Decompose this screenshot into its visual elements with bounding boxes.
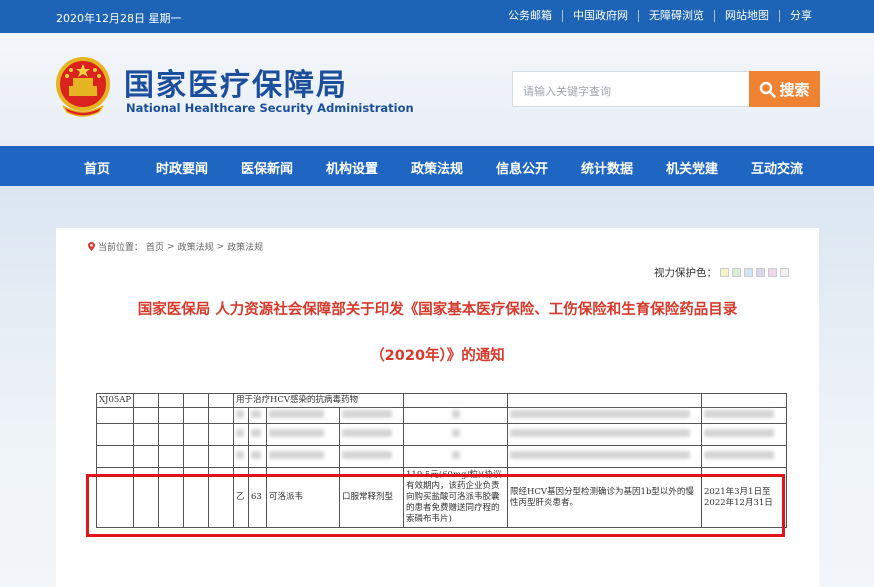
national-emblem-icon — [56, 57, 110, 117]
color-swatch-purple[interactable] — [756, 268, 765, 277]
top-bar: 2020年12月28日 星期一 公务邮箱 中国政府网 无障碍浏览 网站地图 分享 — [0, 0, 874, 33]
nav-policies[interactable]: 政策法规 — [411, 158, 463, 177]
nav-party-building[interactable]: 机关党建 — [666, 158, 718, 177]
nav-organization[interactable]: 机构设置 — [326, 158, 378, 177]
nav-interaction[interactable]: 互动交流 — [751, 158, 803, 177]
color-swatch-pink[interactable] — [768, 268, 777, 277]
site-title-en[interactable]: National Healthcare Security Administrat… — [126, 101, 414, 115]
nav-statistics[interactable]: 统计数据 — [581, 158, 633, 177]
breadcrumb: 当前位置： 首页 > 政策法规 > 政策法规 — [88, 240, 263, 253]
breadcrumb-current[interactable]: 政策法规 — [227, 240, 263, 253]
highlight-box — [86, 474, 785, 537]
color-swatch-gray[interactable] — [780, 268, 789, 277]
link-gov-cn[interactable]: 中国政府网 — [562, 10, 638, 22]
table-row — [96, 407, 787, 424]
top-links: 公务邮箱 中国政府网 无障碍浏览 网站地图 分享 — [498, 10, 822, 22]
table-cell-category: 用于治疗HCV感染的抗病毒药物 — [233, 393, 404, 408]
table-header-row: XJ05AP 用于治疗HCV感染的抗病毒药物 — [96, 393, 787, 408]
color-swatch-green[interactable] — [732, 268, 741, 277]
link-sitemap[interactable]: 网站地图 — [714, 10, 779, 22]
link-share[interactable]: 分享 — [779, 10, 822, 22]
article-title-line2: （2020年）》的通知 — [370, 348, 505, 364]
color-swatch-yellow[interactable] — [720, 268, 729, 277]
article-title-line1: 国家医保局 人力资源社会保障部关于印发《国家基本医疗保险、工伤保险和生育保险药品… — [137, 302, 738, 318]
search-input[interactable]: 请输入关键字查询 — [512, 71, 750, 107]
color-swatch-blue[interactable] — [744, 268, 753, 277]
search-icon — [760, 81, 777, 98]
nav-insurance-news[interactable]: 医保新闻 — [241, 158, 293, 177]
breadcrumb-home[interactable]: 首页 — [146, 240, 164, 253]
site-header: 国家医疗保障局 National Healthcare Security Adm… — [0, 33, 874, 146]
nav-home[interactable]: 首页 — [84, 158, 110, 177]
search-button[interactable]: 搜索 — [749, 71, 820, 107]
table-row — [96, 423, 787, 446]
location-pin-icon — [88, 242, 95, 251]
link-mailbox[interactable]: 公务邮箱 — [498, 10, 562, 22]
nav-politics-news[interactable]: 时政要闻 — [156, 158, 208, 177]
vision-label: 视力保护色： — [654, 267, 717, 279]
link-accessibility[interactable]: 无障碍浏览 — [638, 10, 714, 22]
current-date: 2020年12月28日 星期一 — [56, 12, 182, 25]
site-title-cn[interactable]: 国家医疗保障局 — [124, 60, 348, 104]
main-nav: 首页 时政要闻 医保新闻 机构设置 政策法规 信息公开 统计数据 机关党建 互动… — [0, 146, 874, 186]
table-row — [96, 445, 787, 468]
breadcrumb-label: 当前位置： — [98, 243, 144, 253]
vision-protection: 视力保护色： — [654, 265, 789, 280]
search-button-label: 搜索 — [779, 80, 810, 99]
nav-info-disclosure[interactable]: 信息公开 — [496, 158, 548, 177]
table-cell-code: XJ05AP — [96, 393, 134, 408]
breadcrumb-policies[interactable]: 政策法规 — [178, 240, 214, 253]
